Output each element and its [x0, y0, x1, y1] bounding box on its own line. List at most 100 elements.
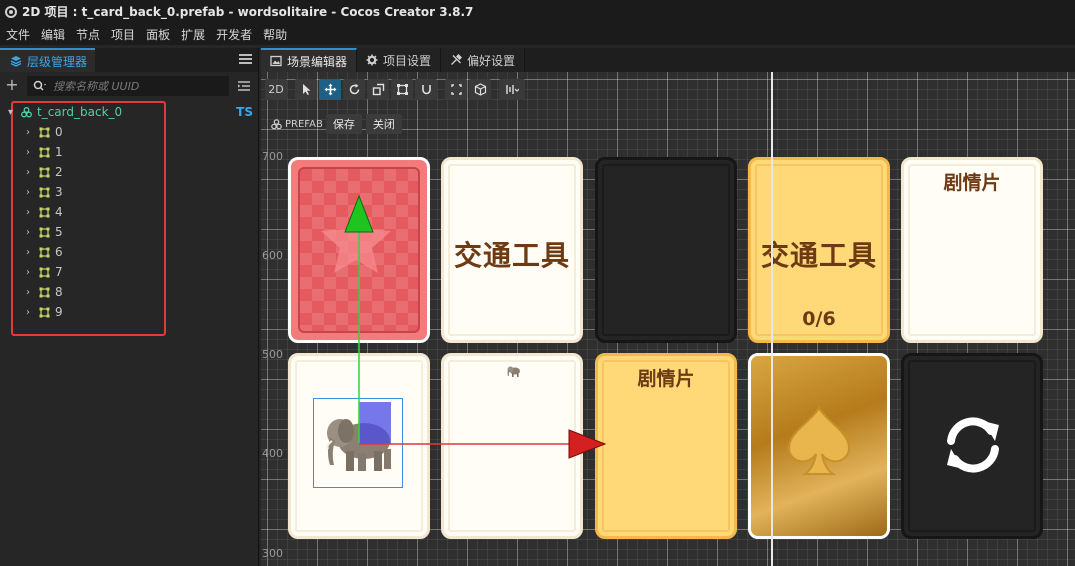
- tree-node-7[interactable]: › 7: [0, 262, 258, 282]
- menu-extension[interactable]: 扩展: [181, 26, 205, 43]
- rotate-icon: [349, 83, 359, 94]
- move-icon: [324, 83, 336, 95]
- card-0-back[interactable]: [288, 157, 430, 343]
- tab-hierarchy-label: 层级管理器: [27, 54, 88, 69]
- tree-node-1[interactable]: › 1: [0, 142, 258, 162]
- spade-icon: [787, 405, 851, 475]
- menu-help[interactable]: 帮助: [263, 26, 287, 43]
- card-4-title[interactable]: 剧情片: [901, 157, 1043, 343]
- hierarchy-search-input[interactable]: [53, 79, 223, 93]
- menu-node[interactable]: 节点: [76, 26, 100, 43]
- card-5-image[interactable]: [288, 353, 430, 539]
- prefab-save-button[interactable]: 保存: [325, 114, 362, 134]
- card-3-category[interactable]: 交通工具 0/6: [748, 157, 890, 343]
- card-7-title[interactable]: 剧情片: [595, 353, 737, 539]
- chevron-right-icon[interactable]: ›: [26, 187, 36, 198]
- card-1-word[interactable]: 交通工具: [441, 157, 583, 343]
- uitransform-node-icon: [39, 267, 50, 277]
- snap-tool-button[interactable]: [415, 78, 437, 100]
- tab-project-settings[interactable]: 项目设置: [357, 48, 442, 72]
- prefab-bar: PREFAB 保存 关闭: [271, 114, 406, 134]
- tree-node-0[interactable]: › 0: [0, 122, 258, 142]
- menu-edit[interactable]: 编辑: [41, 26, 65, 43]
- align-dropdown-button[interactable]: [499, 78, 525, 100]
- hierarchy-panel: 层级管理器 + ▾ t_card_back_0: [0, 48, 259, 566]
- tab-project-settings-label: 项目设置: [383, 53, 432, 68]
- tree-node-8[interactable]: › 8: [0, 282, 258, 302]
- prefab-icon: [271, 118, 282, 129]
- scene-guide-line: [771, 72, 773, 566]
- chevron-down-icon[interactable]: ▾: [8, 107, 18, 118]
- tree-node-label: 4: [55, 205, 63, 219]
- ruler-label: 300: [262, 547, 283, 560]
- hamburger-menu-icon[interactable]: [239, 54, 252, 65]
- scale-tool-button[interactable]: [367, 78, 389, 100]
- chevron-right-icon[interactable]: ›: [26, 247, 36, 258]
- add-node-icon[interactable]: +: [4, 77, 20, 94]
- tab-preferences-label: 偏好设置: [467, 53, 516, 68]
- scene-editor-icon: [270, 55, 282, 67]
- mode-2d-button[interactable]: 2D: [265, 78, 287, 100]
- card-2-empty[interactable]: [595, 157, 737, 343]
- uitransform-node-icon: [39, 247, 50, 257]
- tree-node-root[interactable]: ▾ t_card_back_0 TS: [0, 102, 258, 122]
- uitransform-node-icon: [39, 167, 50, 177]
- tree-node-5[interactable]: › 5: [0, 222, 258, 242]
- tab-preferences[interactable]: 偏好设置: [441, 48, 526, 72]
- rect-tool-button[interactable]: [391, 78, 413, 100]
- magnet-icon: [421, 84, 431, 94]
- tree-node-9[interactable]: › 9: [0, 302, 258, 322]
- prefab-close-button[interactable]: 关闭: [365, 114, 402, 134]
- collapse-all-icon[interactable]: [237, 80, 251, 92]
- chevron-right-icon[interactable]: ›: [26, 207, 36, 218]
- card-6-small-image[interactable]: [441, 353, 583, 539]
- prefab-node-icon: [21, 106, 32, 117]
- tree-node-label: 8: [55, 285, 63, 299]
- chevron-right-icon[interactable]: ›: [26, 227, 36, 238]
- tab-hierarchy[interactable]: 层级管理器: [0, 48, 96, 72]
- sprite-bounds: [313, 398, 403, 488]
- elephant-icon: [326, 419, 391, 471]
- local-global-button[interactable]: [445, 78, 467, 100]
- hierarchy-search-box[interactable]: [27, 76, 229, 96]
- tree-node-label: 0: [55, 125, 63, 139]
- scene-toolbar: 2D: [265, 78, 527, 100]
- menu-project[interactable]: 项目: [111, 26, 135, 43]
- tree-node-label: 6: [55, 245, 63, 259]
- uitransform-node-icon: [39, 227, 50, 237]
- scene-viewport[interactable]: 700 600 500 400 300 2D PREFAB 保存 关闭 交通工具…: [261, 72, 1075, 566]
- card-8-spade[interactable]: [748, 353, 890, 539]
- rect-transform-icon: [396, 83, 408, 95]
- chevron-right-icon[interactable]: ›: [26, 147, 36, 158]
- tree-node-4[interactable]: › 4: [0, 202, 258, 222]
- scene-panel: 场景编辑器 项目设置 偏好设置 700 600 500 400 300 2D P…: [261, 48, 1075, 566]
- chevron-right-icon[interactable]: ›: [26, 167, 36, 178]
- star-icon: [321, 206, 391, 273]
- prefab-label-text: PREFAB: [285, 118, 323, 130]
- tree-node-3[interactable]: › 3: [0, 182, 258, 202]
- menu-panel[interactable]: 面板: [146, 26, 170, 43]
- move-tool-button[interactable]: [319, 78, 341, 100]
- menu-developer[interactable]: 开发者: [216, 26, 252, 43]
- cube-icon: [474, 82, 486, 96]
- tree-node-6[interactable]: › 6: [0, 242, 258, 262]
- tab-scene-editor[interactable]: 场景编辑器: [261, 48, 358, 72]
- ruler-label: 600: [262, 249, 283, 262]
- ruler-label: 500: [262, 348, 283, 361]
- uitransform-node-icon: [39, 147, 50, 157]
- hierarchy-search-row: +: [0, 72, 258, 100]
- menu-file[interactable]: 文件: [6, 26, 30, 43]
- tree-node-label: 3: [55, 185, 63, 199]
- chevron-right-icon[interactable]: ›: [26, 267, 36, 278]
- rotate-tool-button[interactable]: [343, 78, 365, 100]
- tree-node-2[interactable]: › 2: [0, 162, 258, 182]
- ruler-label: 400: [262, 447, 283, 460]
- card-9-refresh[interactable]: [901, 353, 1043, 539]
- chevron-right-icon[interactable]: ›: [26, 287, 36, 298]
- chevron-right-icon[interactable]: ›: [26, 307, 36, 318]
- view-mode-button[interactable]: [469, 78, 491, 100]
- chevron-right-icon[interactable]: ›: [26, 127, 36, 138]
- menu-bar: 文件 编辑 节点 项目 面板 扩展 开发者 帮助: [0, 23, 1075, 45]
- align-icon: [505, 84, 519, 94]
- select-tool-button[interactable]: [295, 78, 317, 100]
